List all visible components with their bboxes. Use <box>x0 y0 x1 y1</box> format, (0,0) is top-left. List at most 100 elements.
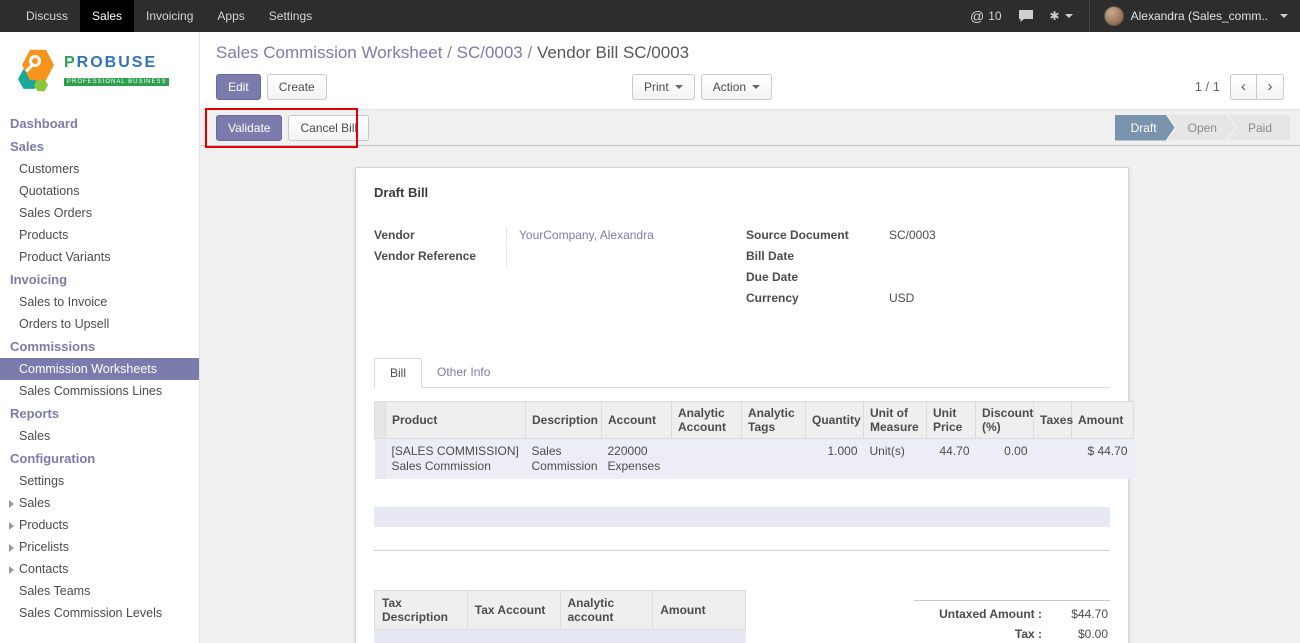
breadcrumb-sc0003[interactable]: SC/0003 <box>457 43 537 62</box>
logo-tagline: PROFESSIONAL BUSINESS <box>64 78 169 86</box>
sidebar-section-sales: Sales <box>0 135 199 158</box>
untaxed-amount-label: Untaxed Amount : <box>916 607 1056 621</box>
chevron-right-icon <box>9 500 14 508</box>
validate-button[interactable]: Validate <box>216 115 282 141</box>
sidebar-item-commission-worksheets[interactable]: Commission Worksheets <box>0 358 199 380</box>
print-dropdown[interactable]: Print <box>632 74 695 100</box>
control-panel: Sales Commission WorksheetSC/0003Vendor … <box>200 32 1300 109</box>
sidebar-item-config-pricelists[interactable]: Pricelists <box>0 536 199 558</box>
sidebar-section-invoicing: Invoicing <box>0 268 199 291</box>
source-document-label: Source Document <box>746 227 889 246</box>
tab-bill[interactable]: Bill <box>374 358 422 388</box>
sidebar-item-sales-teams[interactable]: Sales Teams <box>0 580 199 602</box>
sidebar-item-config-sales[interactable]: Sales <box>0 492 199 514</box>
menu-apps[interactable]: Apps <box>205 0 256 32</box>
column-header-tax-account: Tax Account <box>467 591 560 630</box>
cell-quantity: 1.000 <box>806 439 864 480</box>
menu-invoicing[interactable]: Invoicing <box>134 0 205 32</box>
status-draft[interactable]: Draft <box>1115 115 1175 141</box>
sidebar-item-sales-commission-levels[interactable]: Sales Commission Levels <box>0 602 199 624</box>
control-panel-buttons: Edit Create Print Action 1 / 1 ‹ › <box>216 73 1284 100</box>
edit-button[interactable]: Edit <box>216 74 261 100</box>
table-row[interactable]: [SALES COMMISSION] Sales Commission Sale… <box>375 439 1134 480</box>
sidebar-item-quotations[interactable]: Quotations <box>0 180 199 202</box>
print-action-group: Print Action <box>632 74 772 100</box>
mentions-counter[interactable]: @ 10 <box>970 8 1002 24</box>
chevron-right-icon <box>9 522 14 530</box>
totals-zone: Tax Description Tax Account Analytic acc… <box>374 590 1110 643</box>
sidebar-item-reports-sales[interactable]: Sales <box>0 425 199 447</box>
sidebar-item-dashboard[interactable]: Dashboard <box>0 112 199 135</box>
topbar-right: @ 10 ✱ Alexandra (Sales_comm.. <box>970 0 1300 32</box>
activities-icon[interactable]: ✱ <box>1050 9 1073 23</box>
menu-sales[interactable]: Sales <box>80 0 134 32</box>
sidebar-item-customers[interactable]: Customers <box>0 158 199 180</box>
sidebar-item-orders-to-upsell[interactable]: Orders to Upsell <box>0 313 199 335</box>
create-button[interactable]: Create <box>267 74 327 100</box>
pager: 1 / 1 ‹ › <box>1195 74 1284 100</box>
empty-field-row <box>374 507 1110 527</box>
status-pipeline: Draft Open Paid <box>1115 115 1290 141</box>
breadcrumb-worksheet[interactable]: Sales Commission Worksheet <box>216 43 457 62</box>
sidebar-item-sales-orders[interactable]: Sales Orders <box>0 202 199 224</box>
chevron-down-icon <box>1280 14 1288 18</box>
statusbar-buttons: Validate Cancel Bill <box>216 115 369 141</box>
topbar-menus: Discuss Sales Invoicing Apps Settings <box>0 0 324 32</box>
content-area: Draft Bill Vendor YourCompany, Alexandra… <box>200 153 1300 643</box>
chevron-right-icon <box>9 566 14 574</box>
mention-icon: @ <box>970 8 984 24</box>
column-header-uom: Unit of Measure <box>864 402 927 439</box>
tax-table-header-row: Tax Description Tax Account Analytic acc… <box>375 591 746 630</box>
user-menu[interactable]: Alexandra (Sales_comm.. <box>1089 0 1288 32</box>
status-paid[interactable]: Paid <box>1228 115 1290 141</box>
sidebar-item-label: Pricelists <box>19 540 69 554</box>
column-header-tax-amount: Amount <box>653 591 746 630</box>
column-header-amount: Amount <box>1072 402 1134 439</box>
sidebar: PROBUSE PROFESSIONAL BUSINESS Dashboard … <box>0 32 200 643</box>
sidebar-item-config-contacts[interactable]: Contacts <box>0 558 199 580</box>
action-dropdown[interactable]: Action <box>701 74 772 100</box>
cell-unit-price: 44.70 <box>927 439 976 480</box>
magnifier-icon <box>29 55 41 67</box>
sidebar-item-config-products[interactable]: Products <box>0 514 199 536</box>
tax-lines-block: Tax Description Tax Account Analytic acc… <box>374 590 746 643</box>
menu-settings[interactable]: Settings <box>257 0 324 32</box>
pager-previous-button[interactable]: ‹ <box>1230 74 1257 100</box>
user-name: Alexandra (Sales_comm.. <box>1131 9 1268 23</box>
avatar <box>1104 6 1124 26</box>
column-header-discount: Discount (%) <box>976 402 1034 439</box>
status-open[interactable]: Open <box>1168 115 1235 141</box>
chevron-right-icon <box>9 544 14 552</box>
sidebar-item-label: Sales <box>19 496 50 510</box>
messages-icon[interactable] <box>1018 9 1034 23</box>
sidebar-item-config-settings[interactable]: Settings <box>0 470 199 492</box>
pager-next-button[interactable]: › <box>1257 74 1284 100</box>
chevron-down-icon <box>752 85 760 89</box>
column-header-analytic-account: Analytic Account <box>672 402 742 439</box>
vendor-label: Vendor <box>374 227 506 246</box>
tax-lines-table: Tax Description Tax Account Analytic acc… <box>374 590 746 630</box>
sidebar-item-label: Contacts <box>19 562 68 576</box>
sidebar-item-sales-to-invoice[interactable]: Sales to Invoice <box>0 291 199 313</box>
empty-tax-row <box>374 630 746 643</box>
menu-discuss[interactable]: Discuss <box>14 0 80 32</box>
form-sheet: Draft Bill Vendor YourCompany, Alexandra… <box>355 167 1129 643</box>
sidebar-item-product-variants[interactable]: Product Variants <box>0 246 199 268</box>
page-title: Draft Bill <box>374 185 1110 200</box>
column-header-account: Account <box>602 402 672 439</box>
cancel-bill-button[interactable]: Cancel Bill <box>288 115 369 141</box>
section-divider <box>374 550 1110 551</box>
bill-date-label: Bill Date <box>746 248 889 267</box>
sidebar-item-sales-commissions-lines[interactable]: Sales Commissions Lines <box>0 380 199 402</box>
column-header-taxes: Taxes <box>1034 402 1072 439</box>
vendor-value[interactable]: YourCompany, Alexandra <box>506 227 732 246</box>
cell-product: [SALES COMMISSION] Sales Commission <box>386 439 526 480</box>
sidebar-item-products[interactable]: Products <box>0 224 199 246</box>
sidebar-section-commissions: Commissions <box>0 335 199 358</box>
cell-analytic-account <box>672 439 742 480</box>
cell-uom: Unit(s) <box>864 439 927 480</box>
tab-other-info[interactable]: Other Info <box>422 358 505 388</box>
tax-value: $0.00 <box>1056 627 1108 641</box>
column-header-tax-analytic-account: Analytic account <box>560 591 653 630</box>
sidebar-nav: Dashboard Sales Customers Quotations Sal… <box>0 110 199 624</box>
